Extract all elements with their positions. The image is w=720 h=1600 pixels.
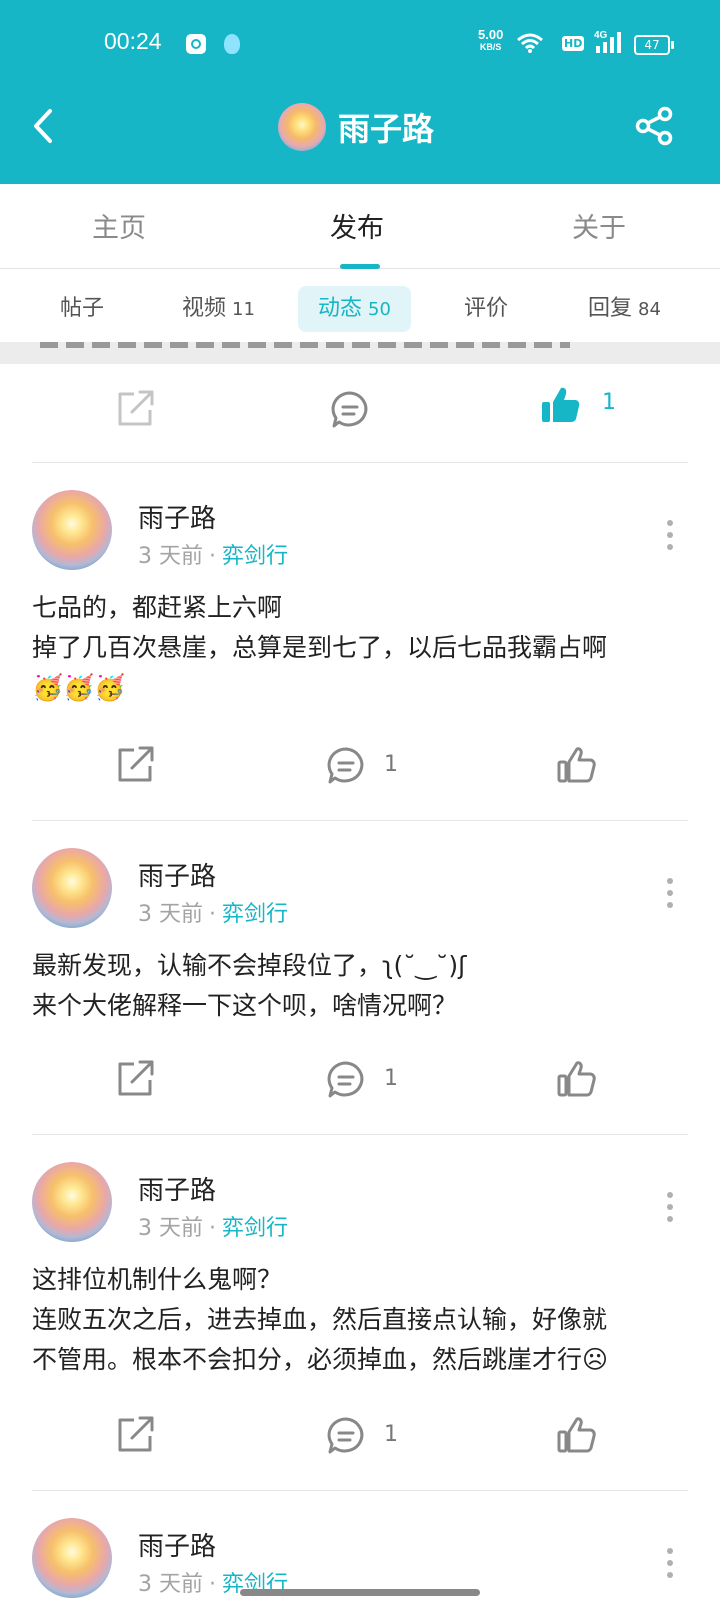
post-divider xyxy=(32,1490,688,1491)
tab-about[interactable]: 关于 xyxy=(572,206,626,245)
share-out-icon[interactable] xyxy=(114,388,156,430)
post-author[interactable]: 雨子路 xyxy=(138,1526,216,1563)
share-out-icon[interactable] xyxy=(114,744,156,786)
active-tab-indicator xyxy=(340,264,380,269)
like-icon[interactable] xyxy=(556,1414,598,1456)
back-arrow-icon[interactable] xyxy=(30,108,56,144)
game-tag[interactable]: 弈剑行 xyxy=(222,544,288,569)
more-options-icon[interactable] xyxy=(667,1192,673,1228)
tab-publish[interactable]: 发布 xyxy=(330,206,384,245)
avatar[interactable] xyxy=(32,1162,112,1242)
post-content[interactable]: 七品的，都赶紧上六啊 掉了几百次悬崖，总算是到七了，以后七品我霸占啊 🥳🥳🥳 xyxy=(32,588,692,708)
share-out-icon[interactable] xyxy=(114,1058,156,1100)
post-author[interactable]: 雨子路 xyxy=(138,498,216,535)
subtab-replies[interactable]: 回复 84 xyxy=(588,286,661,332)
status-bar: 00:24 5.00 KB/S HD 4G 47 xyxy=(0,0,720,88)
app-notification-icon xyxy=(186,34,206,54)
post-divider xyxy=(32,462,688,463)
subtab-reviews[interactable]: 评价 xyxy=(464,286,508,332)
main-tabs: 主页 发布 关于 xyxy=(0,184,720,269)
share-icon[interactable] xyxy=(634,106,674,146)
subtab-posts[interactable]: 帖子 xyxy=(60,286,104,332)
comment-count: 1 xyxy=(384,1422,398,1447)
post-meta: 3 天前 · 弈剑行 xyxy=(138,1216,289,1241)
previous-post-snippet xyxy=(0,342,720,364)
app-header: 00:24 5.00 KB/S HD 4G 47 雨子路 xyxy=(0,0,720,184)
more-options-icon[interactable] xyxy=(667,1548,673,1584)
post-content[interactable]: 最新发现，认输不会掉段位了，ʅ(˘‿˘)ʃ 来个大佬解释一下这个呗，啥情况啊？ xyxy=(32,946,692,1026)
like-icon[interactable] xyxy=(556,744,598,786)
subtab-updates[interactable]: 动态 50 xyxy=(298,286,411,332)
comment-count: 1 xyxy=(384,752,398,777)
more-options-icon[interactable] xyxy=(667,520,673,556)
avatar[interactable] xyxy=(32,1518,112,1598)
comment-icon[interactable] xyxy=(330,390,370,430)
header-avatar xyxy=(278,103,326,151)
profile-title: 雨子路 xyxy=(278,102,434,152)
sub-tabs: 帖子 视频 11 动态 50 评价 回复 84 xyxy=(0,270,720,342)
qq-notification-icon xyxy=(224,34,240,54)
network-type: 4G xyxy=(594,30,608,41)
tab-home[interactable]: 主页 xyxy=(92,206,146,245)
subtab-videos[interactable]: 视频 11 xyxy=(182,286,255,332)
post-meta: 3 天前 · 弈剑行 xyxy=(138,902,289,927)
avatar[interactable] xyxy=(32,490,112,570)
post-meta: 3 天前 · 弈剑行 xyxy=(138,544,289,569)
comment-icon[interactable] xyxy=(326,1416,366,1456)
post-author[interactable]: 雨子路 xyxy=(138,856,216,893)
post-author[interactable]: 雨子路 xyxy=(138,1170,216,1207)
comment-icon[interactable] xyxy=(326,1060,366,1100)
home-indicator[interactable] xyxy=(240,1589,480,1596)
page-title: 雨子路 xyxy=(338,110,435,148)
game-tag[interactable]: 弈剑行 xyxy=(222,902,288,927)
more-options-icon[interactable] xyxy=(667,878,673,914)
comment-icon[interactable] xyxy=(326,746,366,786)
like-icon[interactable] xyxy=(556,1058,598,1100)
signal-icon: 4G xyxy=(594,28,626,58)
comment-count: 1 xyxy=(384,1066,398,1091)
battery-icon: 47 xyxy=(634,35,674,55)
avatar[interactable] xyxy=(32,848,112,928)
post-content[interactable]: 这排位机制什么鬼啊？ 连败五次之后，进去掉血，然后直接点认输，好像就 不管用。根… xyxy=(32,1260,692,1380)
game-tag[interactable]: 弈剑行 xyxy=(222,1216,288,1241)
hd-icon: HD xyxy=(562,36,585,51)
like-count: 1 xyxy=(602,390,616,415)
wifi-icon xyxy=(517,33,543,53)
post-divider xyxy=(32,820,688,821)
post-divider xyxy=(32,1134,688,1135)
like-filled-icon[interactable] xyxy=(540,384,582,426)
status-time: 00:24 xyxy=(104,28,162,54)
network-speed: 5.00 KB/S xyxy=(478,27,504,52)
share-out-icon[interactable] xyxy=(114,1414,156,1456)
